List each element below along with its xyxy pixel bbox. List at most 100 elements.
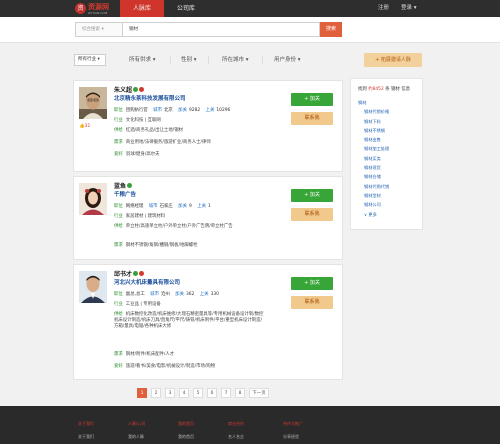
page-button[interactable]: 4	[179, 388, 189, 398]
like-count-value: 31	[84, 124, 91, 129]
footer-link[interactable]: 关于我们	[78, 434, 94, 440]
keyword-link[interactable]: 钢材公司	[358, 200, 422, 209]
industry-key: 行业	[114, 214, 123, 219]
footer-link[interactable]: 分享经验	[283, 434, 303, 440]
chevron-down-icon: ▾	[413, 5, 417, 11]
supply-value: 机床数控化改造/机床维修/大理石精密量具等/专用机械设备设计制/数控机床设计制造…	[114, 312, 264, 329]
company-name[interactable]: 河北兴大机床量具有限公司	[114, 278, 180, 286]
divider	[170, 56, 171, 64]
page-button[interactable]: 7	[221, 388, 231, 398]
stats-line: 职位 团购执行官 城市 北京 加关 9282 上关 10296	[114, 108, 230, 114]
chevron-down-icon: ▾	[297, 57, 301, 63]
search-input[interactable]: 钢材	[123, 22, 320, 37]
keyword-link[interactable]: 钢材下料	[358, 117, 422, 126]
person-name[interactable]: 邱书才	[114, 269, 132, 278]
contact-button[interactable]: 联系我	[291, 296, 333, 309]
page-button[interactable]: 5	[193, 388, 203, 398]
person-name-row: 朱义超	[114, 85, 145, 94]
contact-button[interactable]: 联系我	[291, 208, 333, 221]
stats-line: 职位 副总,总工 城市 沧州 加关 362 上关 330	[114, 292, 219, 298]
page-button[interactable]: 8	[235, 388, 245, 398]
footer-column: 关于我们 关于我们	[78, 421, 94, 440]
keyword-link[interactable]: 钢材代销价格	[358, 107, 422, 116]
industry-value: 文化科技 | 互联网	[125, 118, 161, 123]
keyword-link[interactable]: 钢材型材	[358, 191, 422, 200]
divider	[208, 56, 209, 64]
footer-heading: 合作与推广	[283, 421, 303, 426]
keyword-link[interactable]: 钢材买卖	[358, 154, 422, 163]
person-name[interactable]: 蓝鱼	[114, 181, 126, 190]
job-key: 职位	[114, 292, 123, 297]
city-value: 石家庄	[159, 204, 173, 209]
person-card: 蓝鱼 千粮广告 职位 网络经理 城市 石家庄 加关 9 上关 1 行业 家居建材 | 建筑…	[73, 176, 343, 260]
avatar[interactable]	[79, 183, 107, 215]
person-card: 邱书才 河北兴大机床量具有限公司 职位 副总,总工 城市 沧州 加关 362 上关 33…	[73, 264, 343, 380]
person-name[interactable]: 朱义超	[114, 85, 132, 94]
avatar[interactable]	[79, 87, 107, 119]
footer-heading: 我的首页	[178, 421, 194, 426]
search-button[interactable]: 搜索	[320, 22, 342, 37]
supply-value: 单立柱/高速单立柱/户外单立柱/户外广告牌/单立柱广告	[125, 224, 233, 229]
tab-companies[interactable]: 公司库	[164, 0, 208, 17]
page-button[interactable]: 1	[137, 388, 147, 398]
following-key: 上关	[205, 108, 215, 113]
avatar[interactable]	[79, 271, 107, 303]
footer-link[interactable]: 我的人脉	[128, 434, 145, 440]
pagination: 1 2 3 4 5 6 7 8 下一页	[137, 388, 273, 399]
register-link[interactable]: 注册	[378, 0, 389, 17]
footer-heading: 人脉/公司	[128, 421, 146, 426]
result-summary: 找到 约8452 条 钢材 信息	[358, 86, 410, 92]
demand-key: 需求	[114, 352, 123, 357]
company-name[interactable]: 千粮广告	[114, 190, 136, 198]
like-count[interactable]: 👍31	[79, 124, 90, 129]
followers-key: 加关	[175, 292, 184, 297]
keyword-link[interactable]: 钢材	[358, 98, 422, 107]
footer-link[interactable]: 我的首页	[178, 434, 194, 440]
filter-identity[interactable]: 用户身份 ▾	[274, 55, 301, 65]
search-scope-select[interactable]: 综合搜索 ▾	[75, 22, 123, 37]
next-page-button[interactable]: 下一页	[249, 388, 269, 398]
verified-icon	[133, 87, 139, 92]
followers-key: 加关	[178, 108, 187, 113]
follow-button[interactable]: + 加关	[291, 277, 333, 290]
follow-button[interactable]: + 加关	[291, 93, 333, 106]
keyword-link[interactable]: 钢材加工处理	[358, 144, 422, 153]
keyword-link[interactable]: 钢材不锈钢	[358, 126, 422, 135]
industry-key: 行业	[114, 302, 123, 307]
expand-invite-label: 拓展邀请人脉	[380, 57, 411, 63]
industry-filter[interactable]: 所有行业 ▾	[74, 54, 106, 66]
vip-icon	[139, 87, 145, 92]
filter-supply[interactable]: 所有供求 ▾	[129, 55, 156, 65]
page-button[interactable]: 3	[165, 388, 175, 398]
demand-key: 需求	[114, 140, 123, 145]
keyword-link[interactable]: 钢材现货	[358, 163, 422, 172]
keyword-link[interactable]: 钢材代购代销	[358, 182, 422, 191]
city-value: 沧州	[160, 292, 170, 297]
filter-identity-label: 用户身份	[274, 57, 297, 63]
tab-contacts[interactable]: 人脉库	[120, 0, 164, 17]
logo-icon: 资	[75, 3, 86, 14]
hobby-key: 爱好	[114, 152, 123, 157]
page-button[interactable]: 6	[207, 388, 217, 398]
footer-link[interactable]: 名人名企	[228, 434, 244, 440]
keyword-list: 钢材 钢材代销价格 钢材下料 钢材不锈钢 钢材出售 钢材加工处理 钢材买卖 钢材现货 钢材仓储钢…	[358, 98, 422, 219]
divider	[262, 56, 263, 64]
footer-column: 人脉/公司我的人脉	[128, 421, 145, 440]
site-logo[interactable]: 资 资源网 ZIYUAN.COM	[75, 2, 109, 15]
filter-city[interactable]: 所在城市 ▾	[222, 55, 249, 65]
keyword-link[interactable]: 钢材出售	[358, 135, 422, 144]
login-link[interactable]: 登录 ▾	[401, 0, 417, 17]
page-button[interactable]: 2	[151, 388, 161, 398]
filter-city-label: 所在城市	[222, 57, 245, 63]
company-name[interactable]: 北京精永茶科技发展有限公司	[114, 94, 186, 102]
filter-gender[interactable]: 性别 ▾	[181, 55, 197, 65]
supply-value: 红酒/商务礼品/出让土地/钢材	[125, 128, 183, 133]
footer-heading: 商业合作	[228, 421, 244, 426]
keyword-link[interactable]: 钢材仓储	[358, 172, 422, 181]
expand-invite-button[interactable]: + 拓展邀请人脉	[364, 53, 422, 67]
contact-button[interactable]: 联系我	[291, 112, 333, 125]
follow-button[interactable]: + 加关	[291, 189, 333, 202]
more-link[interactable]: ∨ 更多	[358, 210, 422, 219]
verified-icon	[127, 183, 133, 188]
top-nav-bar: 资 资源网 ZIYUAN.COM 人脉库 公司库 注册 登录 ▾	[0, 0, 500, 17]
